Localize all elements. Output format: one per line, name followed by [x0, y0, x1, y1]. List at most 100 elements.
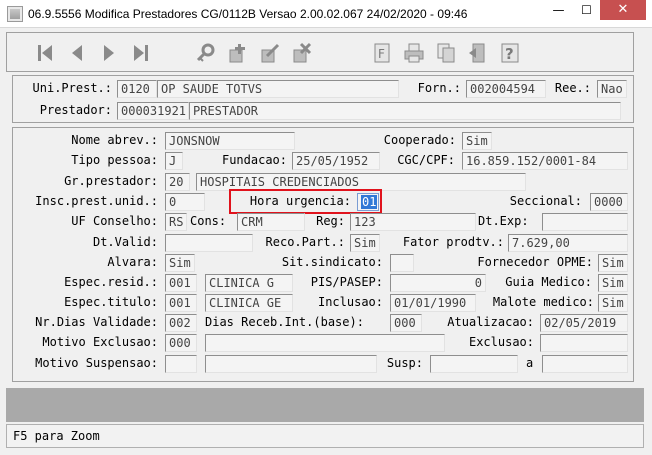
exclusao-field[interactable] — [540, 334, 628, 352]
nome-abrev-label: Nome abrev.: — [71, 133, 158, 147]
add-icon — [229, 44, 245, 63]
close-button[interactable]: ✕ — [600, 0, 646, 20]
cooperado-label: Cooperado: — [383, 133, 456, 147]
svg-text:F: F — [378, 47, 385, 61]
minimize-button[interactable]: — — [545, 0, 572, 20]
gr-prestador-label: Gr.prestador: — [64, 174, 158, 188]
espec-resid-name-field: CLINICA G — [205, 274, 293, 292]
maximize-button[interactable]: ☐ — [573, 0, 600, 20]
susp-label: Susp: — [386, 356, 423, 370]
window-title: 06.9.5556 Modifica Prestadores CG/0112B … — [28, 7, 468, 21]
cons-field[interactable]: CRM — [237, 213, 305, 231]
tipo-pessoa-field[interactable]: J — [165, 152, 183, 170]
filter-icon: F — [374, 43, 390, 63]
forn-field[interactable]: 002004594 — [466, 80, 546, 98]
espec-resid-label: Espec.resid.: — [64, 275, 158, 289]
espec-titulo-code-field[interactable]: 001 — [165, 294, 197, 312]
printer-icon — [404, 43, 424, 63]
first-record-button[interactable] — [31, 39, 59, 67]
dt-exp-field[interactable] — [542, 213, 628, 231]
previous-record-button[interactable] — [63, 39, 91, 67]
fundacao-label: Fundacao: — [221, 153, 287, 167]
svg-text:?: ? — [505, 45, 514, 63]
ree-field[interactable]: Nao — [597, 80, 627, 98]
nr-dias-validade-field[interactable]: 002 — [165, 314, 197, 332]
dt-valid-field[interactable] — [165, 234, 253, 252]
exit-button[interactable] — [464, 39, 492, 67]
edit-icon — [261, 43, 280, 63]
malote-medico-label: Malote medico: — [492, 295, 594, 309]
motivo-exclusao-code-field[interactable]: 000 — [165, 334, 197, 352]
motivo-exclusao-desc-field — [205, 334, 445, 352]
fator-prodtv-field[interactable]: 7.629,00 — [508, 234, 628, 252]
fundacao-field[interactable]: 25/05/1952 — [292, 152, 380, 170]
reg-field[interactable]: 123 — [350, 213, 476, 231]
filter-button[interactable]: F — [368, 39, 396, 67]
uf-conselho-field[interactable]: RS — [165, 213, 187, 231]
copy-button[interactable] — [432, 39, 460, 67]
help-button[interactable]: ? — [496, 39, 524, 67]
malote-medico-field[interactable]: Sim — [598, 294, 628, 312]
susp-to-field[interactable] — [542, 355, 628, 373]
search-key-icon — [196, 43, 215, 62]
copy-icon — [437, 43, 455, 63]
search-button[interactable] — [192, 39, 220, 67]
uni-prest-code-field[interactable]: 0120 — [117, 80, 157, 98]
atualizacao-field[interactable]: 02/05/2019 — [540, 314, 628, 332]
motivo-suspensao-label: Motivo Suspensao: — [35, 356, 158, 370]
dias-receb-int-field[interactable]: 000 — [390, 314, 422, 332]
inclusao-field[interactable]: 01/01/1990 — [390, 294, 476, 312]
cons-label: Cons: — [190, 214, 227, 228]
reg-label: Reg: — [316, 214, 345, 228]
atualizacao-label: Atualizacao: — [447, 315, 534, 329]
ree-label: Ree.: — [554, 81, 591, 95]
tipo-pessoa-label: Tipo pessoa: — [71, 153, 158, 167]
pis-pasep-field[interactable]: 0 — [390, 274, 486, 292]
espec-titulo-name-field: CLINICA GE — [205, 294, 293, 312]
nome-abrev-field[interactable]: JONSNOW — [165, 132, 295, 150]
espec-resid-code-field[interactable]: 001 — [165, 274, 197, 292]
last-record-button[interactable] — [127, 39, 155, 67]
motivo-suspensao-code-field[interactable] — [165, 355, 197, 373]
print-button[interactable] — [400, 39, 428, 67]
last-icon — [134, 45, 148, 61]
uf-conselho-label: UF Conselho: — [71, 214, 158, 228]
susp-from-field[interactable] — [430, 355, 518, 373]
edit-button[interactable] — [256, 39, 284, 67]
app-icon — [7, 6, 23, 22]
fornecedor-opme-field[interactable]: Sim — [598, 254, 628, 272]
guia-medico-field[interactable]: Sim — [598, 274, 628, 292]
delete-icon — [293, 42, 312, 63]
cgc-cpf-field[interactable]: 16.859.152/0001-84 — [462, 152, 628, 170]
prestador-name-field: PRESTADOR — [189, 102, 621, 120]
status-bar: F5 para Zoom — [6, 424, 644, 448]
fornecedor-opme-label: Fornecedor OPME: — [477, 255, 593, 269]
reco-part-field[interactable]: Sim — [350, 234, 380, 252]
pis-pasep-label: PIS/PASEP: — [310, 275, 383, 289]
seccional-field[interactable]: 0000 — [590, 193, 628, 211]
next-record-button[interactable] — [95, 39, 123, 67]
dias-receb-int-label: Dias Receb.Int.(base): — [205, 315, 364, 329]
alvara-label: Alvara: — [107, 255, 158, 269]
help-icon: ? — [501, 43, 519, 63]
empty-panel — [6, 388, 644, 422]
title-bar: 06.9.5556 Modifica Prestadores CG/0112B … — [0, 0, 652, 28]
insc-prest-unid-field[interactable]: 0 — [165, 193, 205, 211]
prestador-code-field[interactable]: 000031921 — [117, 102, 189, 120]
dt-valid-label: Dt.Valid: — [92, 235, 158, 249]
add-button[interactable] — [224, 39, 252, 67]
cooperado-field[interactable]: Sim — [462, 132, 492, 150]
motivo-suspensao-desc-field — [205, 355, 377, 373]
reco-part-label: Reco.Part.: — [265, 235, 345, 249]
prestador-label: Prestador: — [39, 103, 112, 117]
alvara-field[interactable]: Sim — [165, 254, 195, 272]
forn-label: Forn.: — [417, 81, 461, 95]
sit-sindicato-field[interactable] — [390, 254, 414, 272]
espec-titulo-label: Espec.titulo: — [64, 295, 158, 309]
gr-prestador-code-field[interactable]: 20 — [165, 173, 190, 191]
fator-prodtv-label: Fator prodtv.: — [402, 235, 504, 249]
susp-to-label: a — [526, 356, 534, 370]
delete-button[interactable] — [288, 39, 316, 67]
motivo-exclusao-label: Motivo Exclusao: — [42, 335, 158, 349]
seccional-label: Seccional: — [509, 194, 582, 208]
